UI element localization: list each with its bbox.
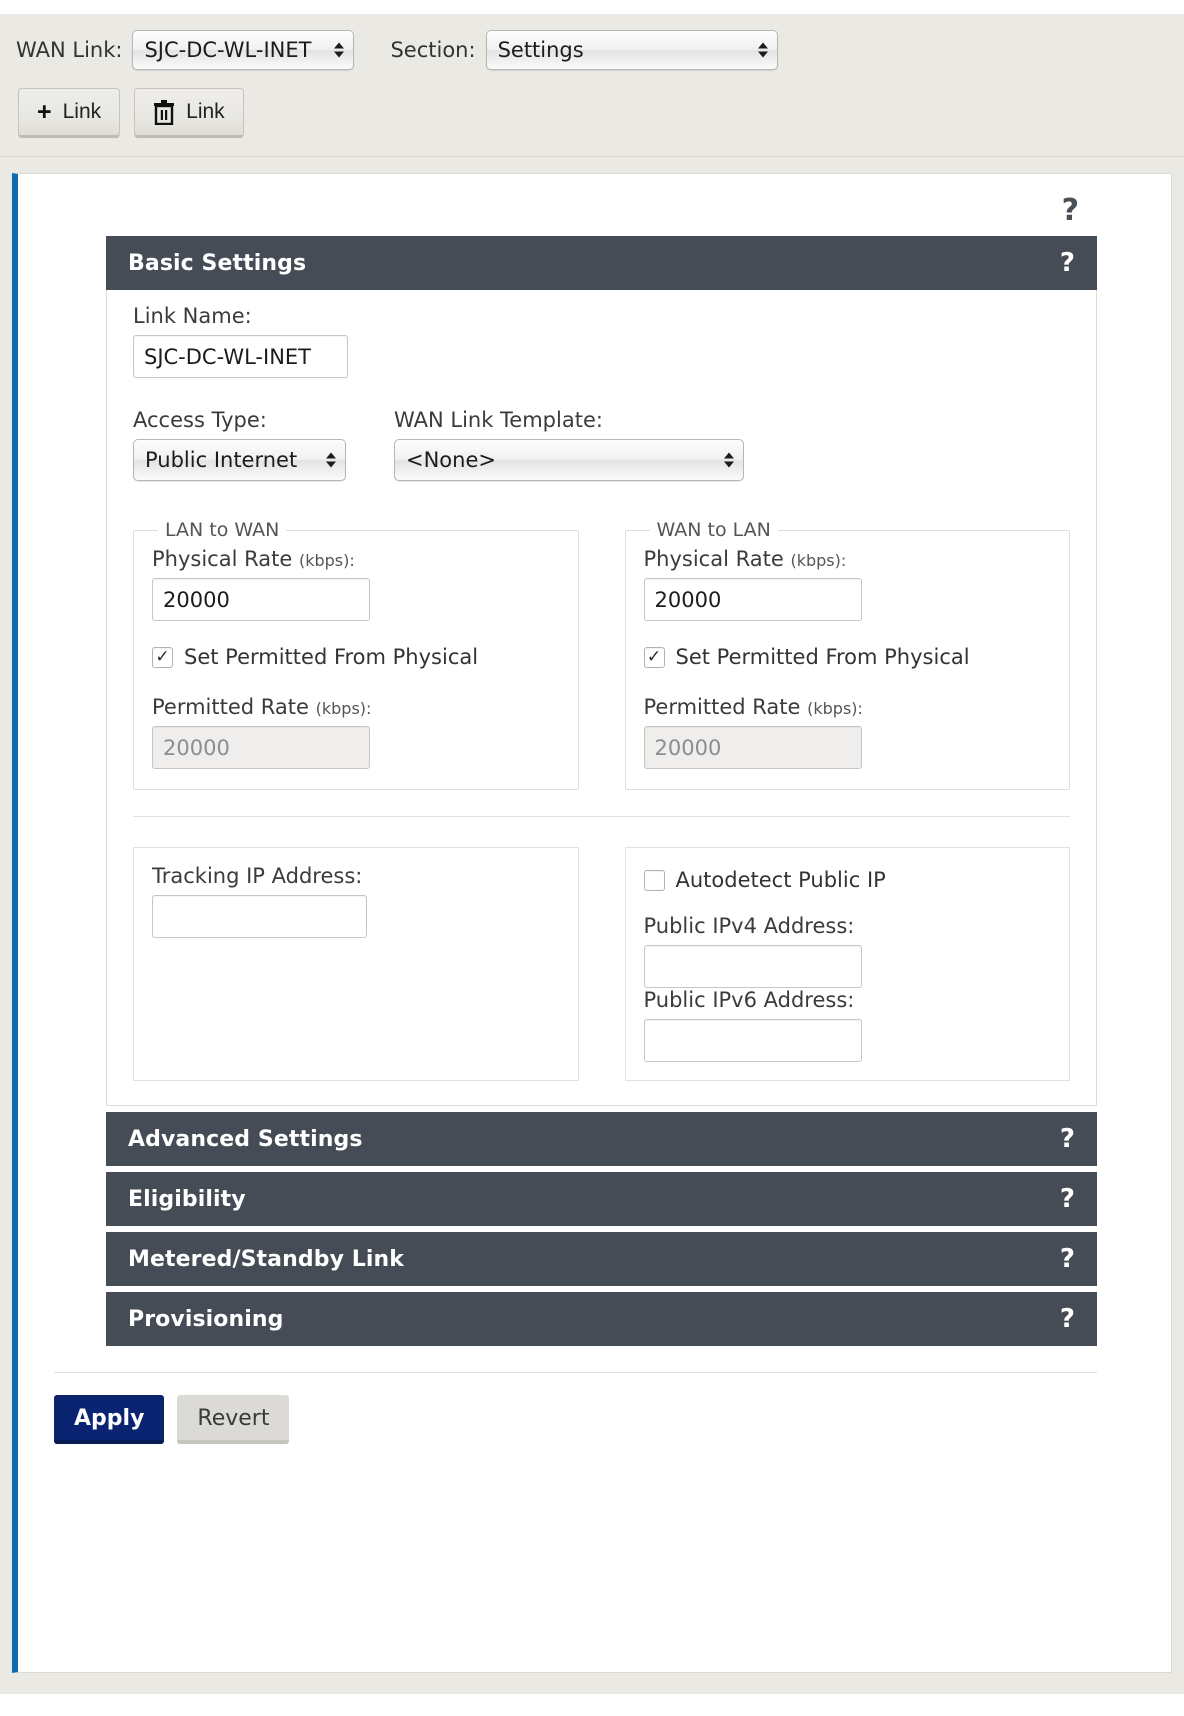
section-title-eligibility: Eligibility (128, 1186, 246, 1212)
access-type-select-value: Public Internet (145, 448, 298, 472)
toolbar-selectors-row: WAN Link: SJC-DC-WL-INET Section: Settin… (0, 14, 1184, 70)
lan-to-wan-legend: LAN to WAN (165, 519, 280, 541)
autodetect-public-ip-checkbox[interactable] (643, 869, 665, 891)
public-ipv4-label: Public IPv4 Address: (643, 914, 855, 938)
divider (133, 816, 1070, 817)
help-icon-eligibility[interactable]: ? (1060, 1186, 1075, 1212)
section-title-provisioning: Provisioning (128, 1306, 284, 1332)
access-type-label: Access Type: (133, 408, 267, 432)
public-ipv4-input[interactable] (643, 945, 862, 988)
wan-link-label: WAN Link: (16, 38, 123, 62)
settings-panel: ? Basic Settings ? Link Name: Access Typ… (12, 173, 1172, 1673)
wan-physical-rate-unit: (kbps): (790, 551, 847, 570)
lan-permitted-rate-input (152, 726, 370, 769)
lan-physical-rate-unit: (kbps): (298, 551, 355, 570)
lan-permitted-rate-unit: (kbps): (315, 699, 372, 718)
section-title-advanced-settings: Advanced Settings (128, 1126, 363, 1152)
link-name-input[interactable] (133, 335, 348, 378)
wan-link-template-label: WAN Link Template: (394, 408, 603, 432)
wan-link-template-select[interactable]: <None> (394, 439, 744, 481)
public-ipv6-label: Public IPv6 Address: (643, 988, 855, 1012)
help-icon-advanced-settings[interactable]: ? (1060, 1126, 1075, 1152)
revert-button[interactable]: Revert (177, 1395, 290, 1444)
wan-to-lan-fieldset: WAN to LAN Physical Rate (kbps): ✓ Set P… (624, 519, 1070, 790)
delete-link-button[interactable]: Link (134, 88, 244, 138)
tracking-ip-input[interactable] (152, 895, 367, 938)
chevron-updown-icon (326, 452, 336, 468)
wan-physical-rate-input[interactable] (643, 578, 862, 621)
wan-permitted-rate-label-text: Permitted Rate (643, 695, 801, 719)
wan-link-template-select-value: <None> (406, 448, 496, 472)
toolbar: WAN Link: SJC-DC-WL-INET Section: Settin… (0, 14, 1184, 157)
wan-set-permitted-label: Set Permitted From Physical (675, 645, 970, 669)
wan-permitted-rate-label: Permitted Rate (kbps): (644, 695, 1052, 719)
wan-link-template-group: WAN Link Template: <None> (394, 408, 744, 481)
wan-set-permitted-checkbox[interactable]: ✓ (643, 646, 665, 668)
section-header-provisioning[interactable]: Provisioning ? (106, 1292, 1097, 1346)
lan-to-wan-fieldset: LAN to WAN Physical Rate (kbps): ✓ Set P… (133, 519, 579, 790)
delete-link-button-label: Link (186, 100, 225, 123)
autodetect-public-ip-label: Autodetect Public IP (675, 868, 886, 892)
accordion: Basic Settings ? Link Name: Access Type:… (106, 236, 1097, 1346)
access-template-row: Access Type: Public Internet WAN Link Te… (133, 408, 1070, 481)
wan-physical-rate-label: Physical Rate (kbps): (644, 547, 1052, 571)
lan-permitted-rate-label-text: Permitted Rate (152, 695, 309, 719)
help-icon-basic-settings[interactable]: ? (1060, 250, 1075, 276)
tracking-ip-label: Tracking IP Address: (152, 864, 363, 888)
plus-icon: + (37, 97, 52, 126)
lan-set-permitted-label: Set Permitted From Physical (184, 645, 479, 669)
access-type-group: Access Type: Public Internet (133, 408, 346, 481)
section-title-metered-standby-link: Metered/Standby Link (128, 1246, 405, 1272)
wan-set-permitted-row[interactable]: ✓ Set Permitted From Physical (643, 645, 1052, 669)
add-link-button[interactable]: + Link (18, 88, 121, 138)
lan-physical-rate-input[interactable] (152, 578, 370, 621)
chevron-updown-icon (724, 452, 734, 468)
public-ipv6-input[interactable] (643, 1019, 862, 1062)
lan-set-permitted-checkbox[interactable]: ✓ (152, 646, 173, 668)
wan-permitted-rate-input (643, 726, 862, 769)
rate-fieldsets-row: LAN to WAN Physical Rate (kbps): ✓ Set P… (133, 519, 1070, 790)
page-background: ? Basic Settings ? Link Name: Access Typ… (0, 157, 1184, 1694)
help-icon-provisioning[interactable]: ? (1060, 1306, 1075, 1332)
section-select-value: Settings (497, 38, 584, 62)
add-link-button-label: Link (62, 100, 102, 123)
section-header-basic-settings[interactable]: Basic Settings ? (106, 236, 1097, 290)
public-ip-box: Autodetect Public IP Public IPv4 Address… (624, 847, 1070, 1081)
lan-physical-rate-label-text: Physical Rate (152, 547, 293, 571)
section-title-basic-settings: Basic Settings (128, 250, 307, 276)
access-type-select[interactable]: Public Internet (133, 439, 346, 481)
wan-physical-rate-label-text: Physical Rate (643, 547, 784, 571)
chevron-updown-icon (334, 42, 345, 58)
ip-settings-row: Tracking IP Address: Autodetect Public I… (133, 847, 1070, 1081)
section-header-metered-standby-link[interactable]: Metered/Standby Link ? (106, 1232, 1097, 1286)
section-header-eligibility[interactable]: Eligibility ? (106, 1172, 1097, 1226)
lan-permitted-rate-label: Permitted Rate (kbps): (152, 695, 560, 719)
chevron-updown-icon (757, 42, 768, 58)
help-icon-metered-standby-link[interactable]: ? (1060, 1246, 1075, 1272)
panel-help-icon[interactable]: ? (1062, 196, 1079, 226)
trash-icon (153, 99, 175, 126)
tracking-ip-box: Tracking IP Address: (133, 847, 579, 1081)
wan-permitted-rate-unit: (kbps): (807, 699, 863, 718)
autodetect-public-ip-row[interactable]: Autodetect Public IP (643, 868, 1052, 892)
section-header-advanced-settings[interactable]: Advanced Settings ? (106, 1112, 1097, 1166)
wan-link-select-value: SJC-DC-WL-INET (144, 38, 312, 62)
section-select[interactable]: Settings (485, 30, 778, 70)
top-spacer (0, 0, 1184, 14)
lan-physical-rate-label: Physical Rate (kbps): (152, 547, 560, 571)
lan-set-permitted-row[interactable]: ✓ Set Permitted From Physical (152, 645, 560, 669)
form-actions: Apply Revert (54, 1372, 1097, 1444)
apply-button[interactable]: Apply (54, 1395, 165, 1444)
section-label: Section: (390, 38, 476, 62)
section-body-basic-settings: Link Name: Access Type: Public Internet … (106, 290, 1097, 1106)
toolbar-actions-row: + Link Link (0, 70, 1184, 138)
wan-link-select[interactable]: SJC-DC-WL-INET (132, 30, 355, 70)
link-name-label: Link Name: (133, 304, 252, 328)
wan-to-lan-legend: WAN to LAN (656, 519, 771, 541)
